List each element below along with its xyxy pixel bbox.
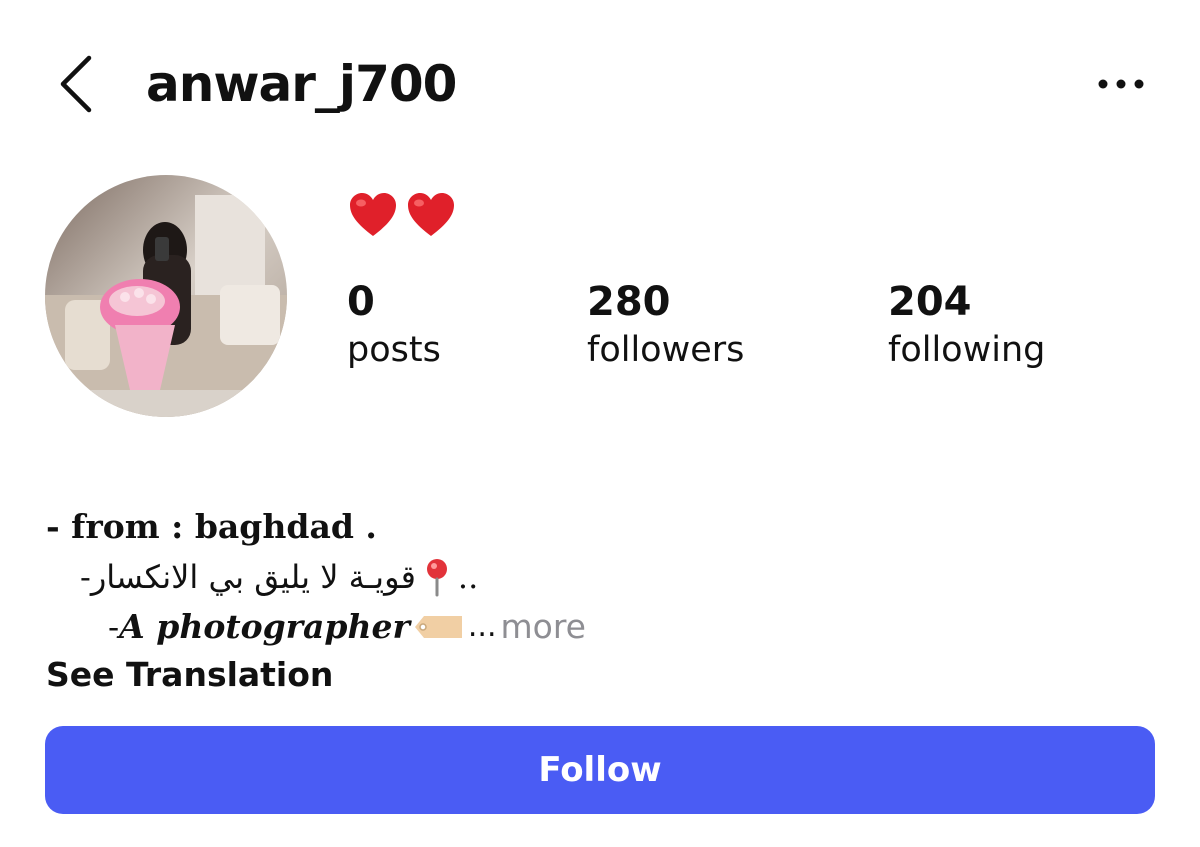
- pin-icon: [426, 559, 447, 597]
- followers-count: 280: [587, 279, 671, 325]
- see-translation-link[interactable]: See Translation: [46, 652, 333, 698]
- bio-line-quote: - قويـة لا يليق بي الانكسار ..: [46, 552, 1156, 602]
- profile-bio: - from : baghdad . - قويـة لا يليق بي ال…: [46, 502, 1156, 652]
- bio-dash: -: [80, 558, 91, 596]
- following-label: following: [888, 330, 1046, 370]
- profile-header: anwar_j700: [0, 0, 1200, 170]
- posts-stat[interactable]: 0 posts: [347, 278, 441, 374]
- bio-dash: -: [108, 607, 120, 646]
- bio-ellipsis: ...: [467, 609, 497, 644]
- chevron-left-icon: [60, 55, 92, 113]
- bio-line-occupation: - 𝑨 photographer ... more: [46, 602, 1156, 652]
- bio-more-link[interactable]: more: [500, 602, 585, 652]
- more-horizontal-icon: [1098, 79, 1144, 89]
- avatar[interactable]: [45, 175, 287, 417]
- more-options-button[interactable]: [1094, 66, 1150, 102]
- heart-icon: [408, 193, 454, 236]
- profile-username: anwar_j700: [146, 55, 457, 113]
- followers-label: followers: [587, 330, 745, 370]
- bio-photographer-text: 𝑨 photographer: [119, 607, 410, 646]
- following-stat[interactable]: 204 following: [888, 278, 1045, 374]
- bio-arabic-text: قويـة لا يليق بي الانكسار: [90, 558, 416, 596]
- heart-icon: [350, 193, 396, 236]
- bio-trailing-dots: ..: [457, 558, 479, 596]
- avatar-image: [45, 175, 287, 417]
- posts-label: posts: [347, 330, 441, 370]
- follow-button-label: Follow: [538, 750, 662, 790]
- profile-name-emoji: [347, 190, 457, 246]
- tag-icon: [414, 616, 462, 638]
- posts-count: 0: [347, 279, 375, 325]
- follow-button[interactable]: Follow: [45, 726, 1155, 814]
- bio-line-location: - from : baghdad .: [46, 507, 377, 546]
- following-count: 204: [888, 279, 972, 325]
- followers-stat[interactable]: 280 followers: [587, 278, 744, 374]
- back-button[interactable]: [55, 52, 99, 116]
